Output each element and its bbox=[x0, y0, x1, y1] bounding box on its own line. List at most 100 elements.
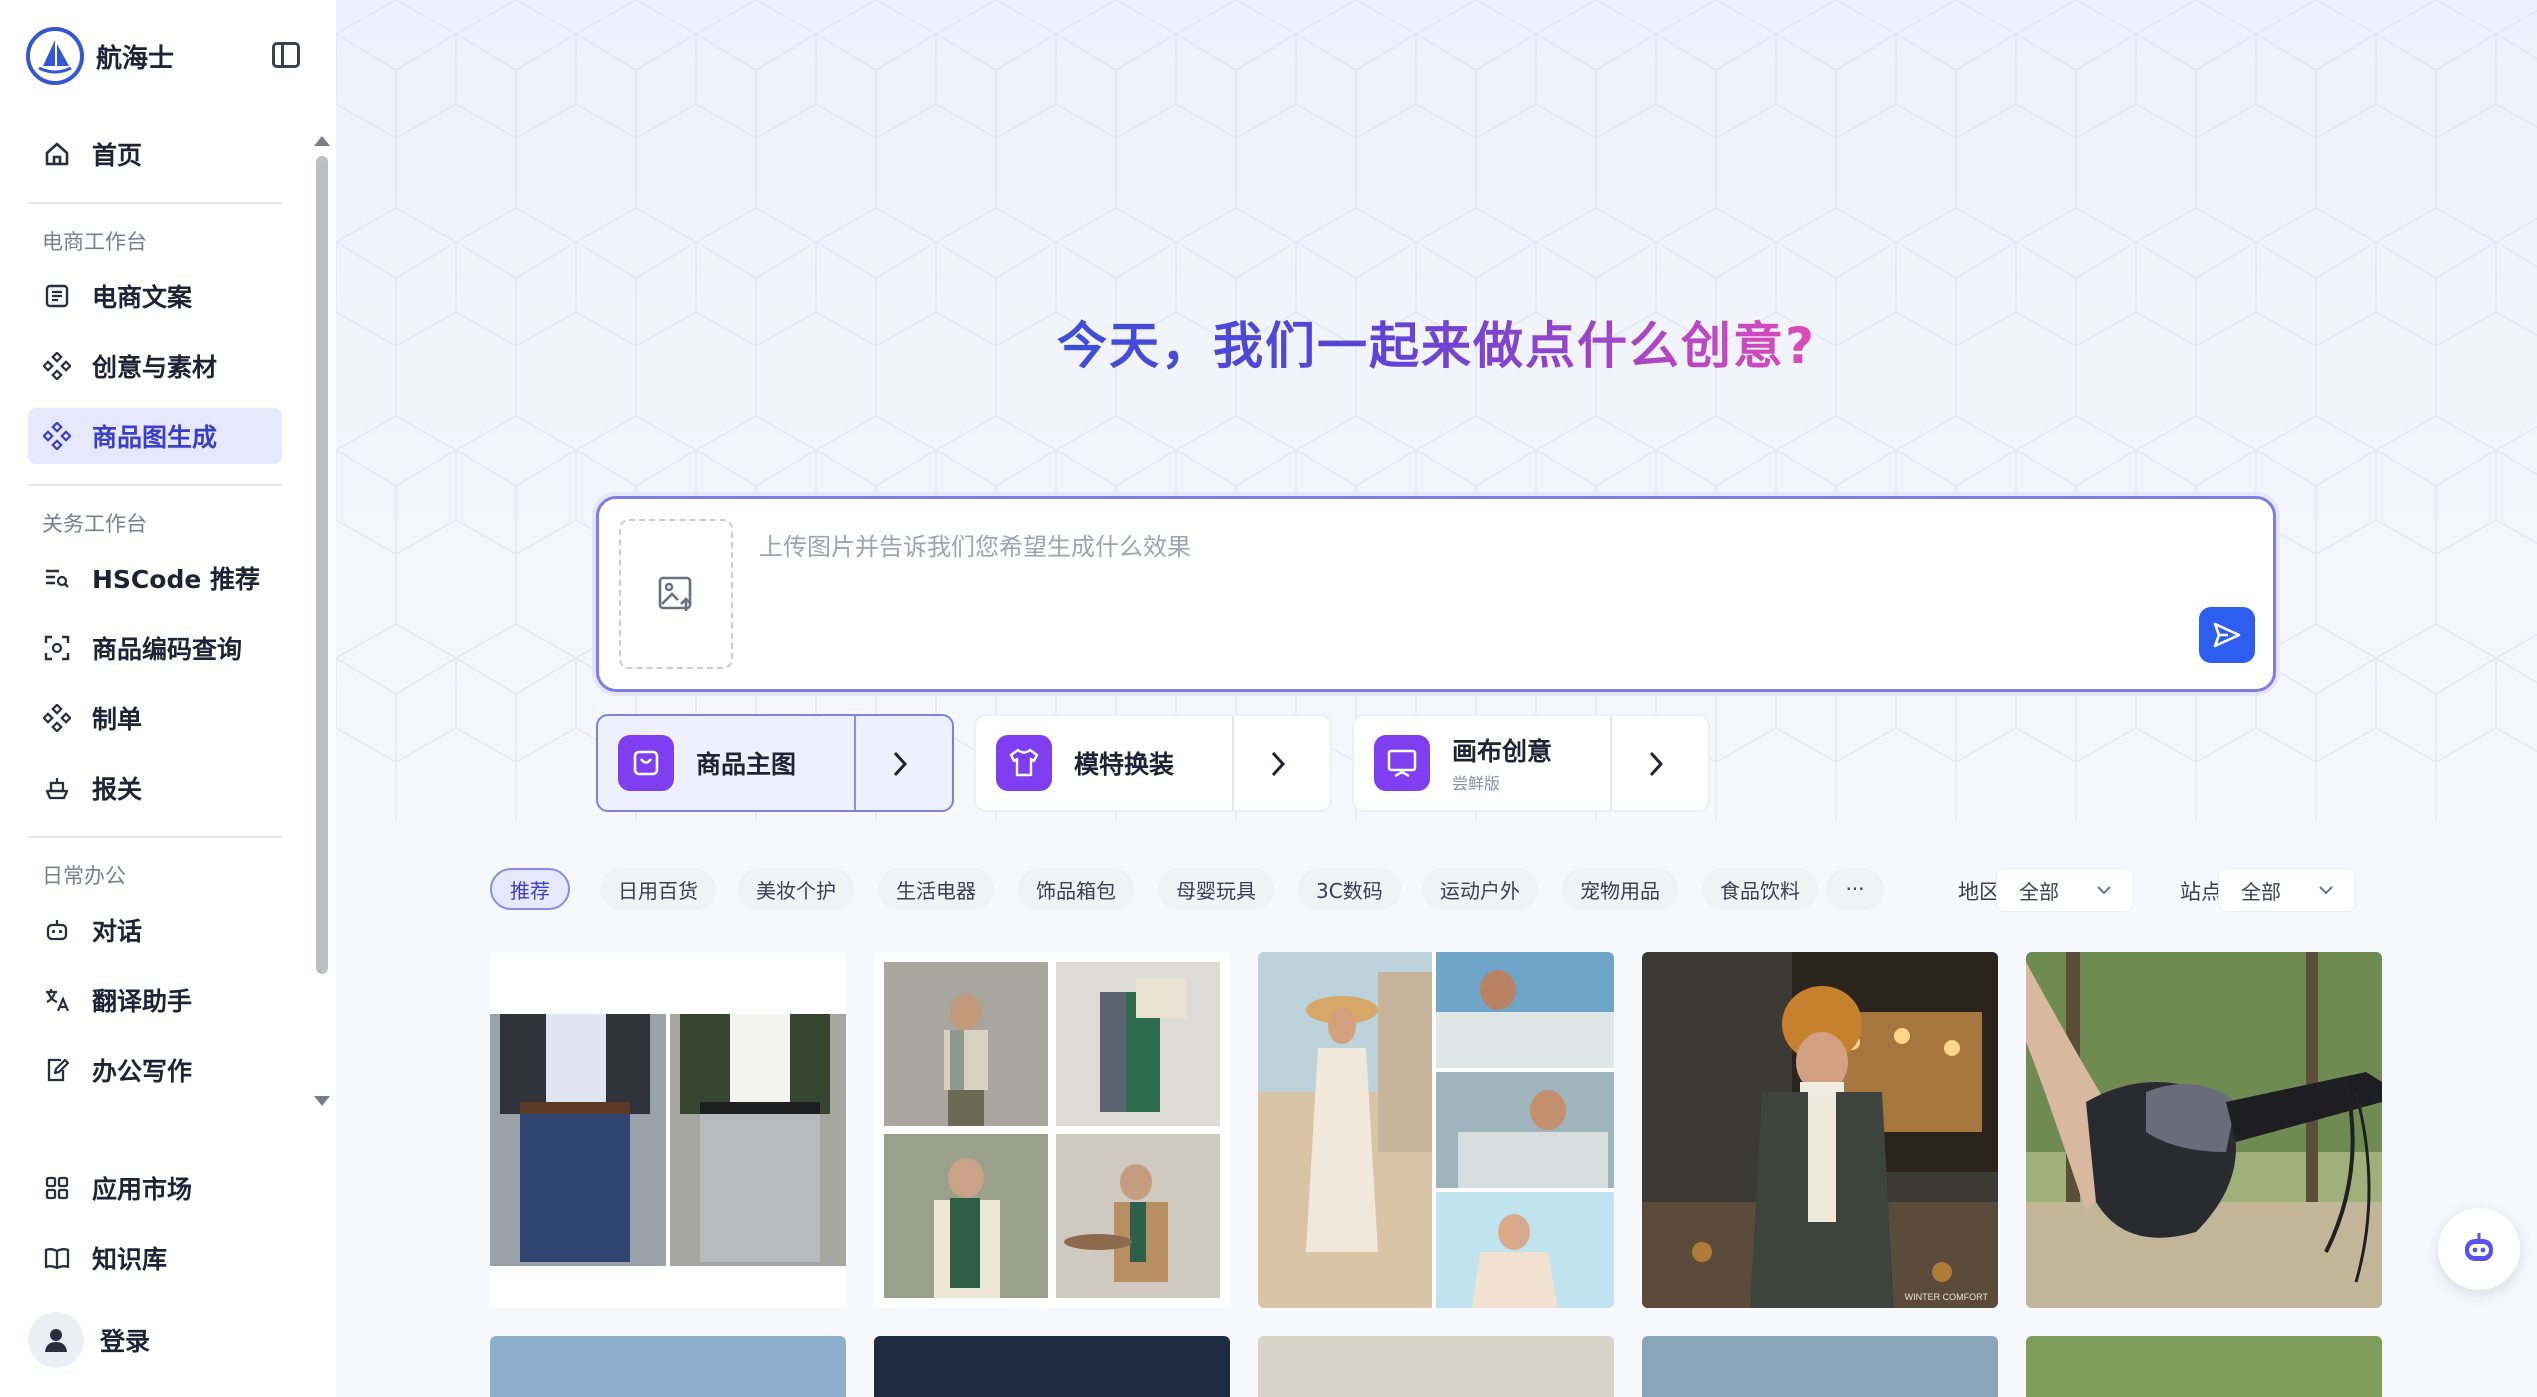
login-label: 登录 bbox=[100, 1327, 151, 1356]
tool-card-model-outfit[interactable]: 模特换装 bbox=[974, 714, 1332, 812]
category-chip[interactable]: 宠物用品 bbox=[1562, 868, 1678, 910]
headline-text: 今天，我们一起来做点什么创意? bbox=[1056, 317, 1816, 375]
sidebar-item-translate[interactable]: 翻译助手 bbox=[28, 972, 282, 1028]
divider bbox=[1232, 716, 1234, 810]
sidebar-item-app-market[interactable]: 应用市场 bbox=[28, 1160, 282, 1216]
gallery-item[interactable] bbox=[490, 952, 846, 1308]
sidebar-item-label: 创意与素材 bbox=[92, 353, 218, 382]
region-select[interactable]: 全部 bbox=[1996, 868, 2134, 912]
sailboat-logo-icon bbox=[26, 27, 84, 85]
scrollbar-thumb[interactable] bbox=[316, 156, 328, 974]
sidebar-item-knowledge-base[interactable]: 知识库 bbox=[28, 1230, 282, 1286]
sidebar-item-label: 商品编码查询 bbox=[92, 635, 243, 664]
gallery-item[interactable] bbox=[874, 952, 1230, 1308]
category-chip[interactable]: 日用百货 bbox=[600, 868, 716, 910]
sidebar-item-label: 商品图生成 bbox=[92, 423, 218, 452]
sidebar-item-writing[interactable]: 办公写作 bbox=[28, 1042, 282, 1098]
tool-card-main-image[interactable]: 商品主图 bbox=[596, 714, 954, 812]
gallery-item[interactable] bbox=[1258, 1336, 1614, 1397]
category-chip[interactable]: 母婴玩具 bbox=[1158, 868, 1274, 910]
gallery-item[interactable] bbox=[1642, 1336, 1998, 1397]
sidebar-item-creative-assets[interactable]: 创意与素材 bbox=[28, 338, 282, 394]
sidebar-item-code-lookup[interactable]: 商品编码查询 bbox=[28, 620, 282, 676]
category-chip[interactable]: 3C数码 bbox=[1298, 868, 1401, 910]
shopping-bag-icon bbox=[618, 735, 674, 791]
sidebar-item-documents[interactable]: 制单 bbox=[28, 690, 282, 746]
region-value: 全部 bbox=[2019, 879, 2059, 904]
main-content: 今天，我们一起来做点什么创意? 商品主图 bbox=[336, 0, 2537, 1397]
site-value: 全部 bbox=[2241, 879, 2281, 904]
tool-card-canvas-creative[interactable]: 画布创意 尝鲜版 bbox=[1352, 714, 1710, 812]
sidebar-item-chat[interactable]: 对话 bbox=[28, 902, 282, 958]
category-chip[interactable]: 饰品箱包 bbox=[1018, 868, 1134, 910]
chevron-right-icon[interactable] bbox=[880, 746, 920, 782]
image-upload-button[interactable] bbox=[619, 519, 733, 669]
sidebar-toggle-icon[interactable] bbox=[272, 42, 300, 68]
category-chip[interactable]: 食品饮料 bbox=[1702, 868, 1818, 910]
sidebar: 航海士 首页 电商工作台 电商文案 创意与素材 商品图生成 关务工作台 HSCo… bbox=[0, 0, 336, 1397]
tshirt-icon bbox=[996, 735, 1052, 791]
list-search-icon bbox=[42, 563, 72, 593]
tool-title: 画布创意 bbox=[1452, 737, 1553, 766]
section-label: 关务工作台 bbox=[42, 512, 147, 536]
divider bbox=[28, 836, 282, 838]
canvas-icon bbox=[1374, 735, 1430, 791]
home-icon bbox=[42, 139, 72, 169]
prompt-box bbox=[596, 496, 2276, 692]
document-list-icon bbox=[42, 281, 72, 311]
user-icon bbox=[28, 1312, 84, 1368]
book-icon bbox=[42, 1243, 72, 1273]
category-chip-recommended[interactable]: 推荐 bbox=[490, 868, 570, 910]
gallery-item[interactable] bbox=[2026, 952, 2382, 1308]
sidebar-item-home[interactable]: 首页 bbox=[28, 126, 282, 182]
gallery-item[interactable]: WINTER COMFORT bbox=[1642, 952, 1998, 1308]
gallery-item[interactable] bbox=[1258, 952, 1614, 1308]
sidebar-item-label: 翻译助手 bbox=[92, 987, 193, 1016]
send-button[interactable] bbox=[2199, 607, 2255, 663]
section-label: 电商工作台 bbox=[42, 230, 147, 254]
sidebar-item-product-image[interactable]: 商品图生成 bbox=[28, 408, 282, 464]
prompt-input[interactable] bbox=[759, 527, 2059, 567]
more-categories-button[interactable]: ··· bbox=[1826, 868, 1884, 910]
scan-icon bbox=[42, 633, 72, 663]
category-chip[interactable]: 美妆个护 bbox=[738, 868, 854, 910]
login-button[interactable]: 登录 bbox=[28, 1312, 150, 1368]
diamond-cluster-icon bbox=[42, 421, 72, 451]
site-select[interactable]: 全部 bbox=[2218, 868, 2356, 912]
divider bbox=[1610, 716, 1612, 810]
divider bbox=[28, 202, 282, 204]
assistant-robot-icon bbox=[2465, 1233, 2493, 1261]
robot-icon bbox=[42, 915, 72, 945]
brand[interactable]: 航海士 bbox=[26, 26, 174, 86]
ship-icon bbox=[42, 773, 72, 803]
brand-name: 航海士 bbox=[96, 43, 175, 74]
scroll-down-icon[interactable] bbox=[314, 1096, 330, 1106]
chevron-right-icon[interactable] bbox=[1258, 746, 1298, 782]
chevron-down-icon bbox=[2097, 886, 2111, 895]
scroll-up-icon[interactable] bbox=[314, 136, 330, 146]
category-chip[interactable]: 运动户外 bbox=[1422, 868, 1538, 910]
assistant-button[interactable] bbox=[2438, 1208, 2520, 1290]
image-upload-icon bbox=[658, 576, 692, 611]
edit-document-icon bbox=[42, 1055, 72, 1085]
send-icon bbox=[2213, 622, 2241, 648]
sidebar-item-hscode[interactable]: HSCode 推荐 bbox=[28, 550, 282, 606]
tool-subtitle: 尝鲜版 bbox=[1452, 774, 1501, 793]
chevron-right-icon[interactable] bbox=[1636, 746, 1676, 782]
gallery-item[interactable] bbox=[874, 1336, 1230, 1397]
diamond-cluster-icon bbox=[42, 703, 72, 733]
section-label: 日常办公 bbox=[42, 864, 126, 888]
diamond-cluster-icon bbox=[42, 351, 72, 381]
gallery-item[interactable] bbox=[490, 1336, 846, 1397]
sidebar-item-label: 知识库 bbox=[92, 1245, 168, 1274]
category-chip[interactable]: 生活电器 bbox=[878, 868, 994, 910]
sidebar-item-ecommerce-copy[interactable]: 电商文案 bbox=[28, 268, 282, 324]
sidebar-item-label: 办公写作 bbox=[92, 1057, 193, 1086]
sidebar-item-label: 应用市场 bbox=[92, 1175, 193, 1204]
page-headline: 今天，我们一起来做点什么创意? bbox=[336, 306, 2537, 378]
sidebar-item-customs[interactable]: 报关 bbox=[28, 760, 282, 816]
divider bbox=[28, 484, 282, 486]
gallery-item[interactable] bbox=[2026, 1336, 2382, 1397]
tool-title: 模特换装 bbox=[1074, 750, 1175, 779]
translate-icon bbox=[42, 985, 72, 1015]
